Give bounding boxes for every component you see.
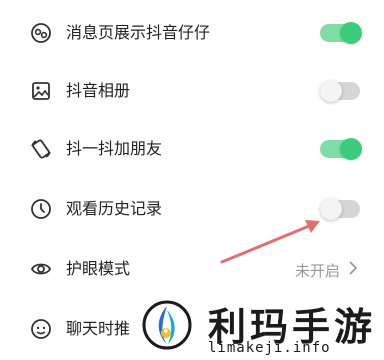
shake-add-friends-toggle[interactable]	[320, 138, 362, 160]
douyin-zaizai-toggle[interactable]	[320, 22, 362, 44]
setting-row-eye-protection[interactable]: 护眼模式 未开启	[0, 240, 384, 298]
chat-smile-icon	[31, 319, 51, 339]
photo-album-icon	[32, 82, 50, 100]
chevron-right-icon	[349, 261, 358, 275]
watermark: 利玛手游 limakeji.info	[136, 294, 384, 360]
setting-label: 抖一抖加朋友	[66, 139, 163, 158]
setting-row-shake-add-friends[interactable]: 抖一抖加朋友	[0, 120, 384, 178]
lima-logo-icon	[142, 300, 192, 350]
eye-icon	[30, 263, 52, 275]
setting-label: 护眼模式	[66, 259, 131, 278]
watch-history-toggle[interactable]	[320, 198, 360, 220]
shake-icon	[31, 139, 51, 159]
people-circle-icon	[31, 23, 51, 43]
setting-row-watch-history[interactable]: 观看历史记录	[0, 180, 384, 238]
watermark-domain: limakeji.info	[208, 340, 331, 356]
setting-row-album[interactable]: 抖音相册	[0, 62, 384, 120]
setting-row-douyin-zaizai[interactable]: 消息页展示抖音仔仔	[0, 4, 384, 62]
album-toggle[interactable]	[320, 80, 360, 102]
setting-label: 聊天时推	[66, 319, 131, 338]
setting-label: 观看历史记录	[66, 199, 163, 218]
clock-icon	[31, 199, 51, 219]
setting-label: 消息页展示抖音仔仔	[66, 23, 211, 42]
setting-label: 抖音相册	[66, 81, 131, 100]
eye-protection-status: 未开启	[294, 262, 340, 280]
